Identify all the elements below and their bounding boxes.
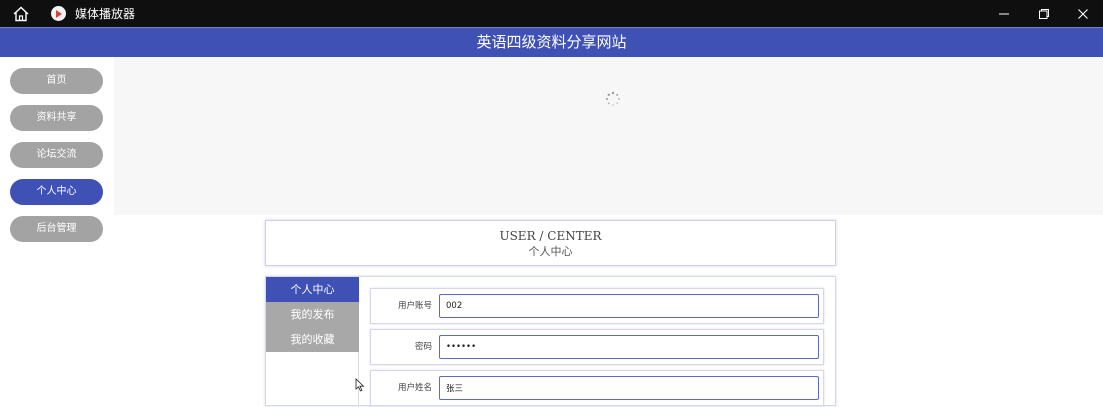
account-input[interactable] (439, 294, 819, 318)
window-titlebar: 媒体播放器 (0, 0, 1103, 27)
close-button[interactable] (1063, 0, 1103, 27)
password-input[interactable] (439, 335, 819, 359)
sidebar-item-resources[interactable]: 资料共享 (10, 105, 103, 131)
name-input[interactable] (439, 376, 819, 400)
tab-my-favorites[interactable]: 我的收藏 (266, 327, 359, 352)
sidebar-item-forum[interactable]: 论坛交流 (10, 142, 103, 168)
window-title: 媒体播放器 (75, 7, 136, 21)
loading-spinner-icon (605, 91, 620, 106)
heading-chinese: 个人中心 (528, 245, 573, 258)
heading-english: USER / CENTER (499, 229, 602, 243)
minimize-button[interactable] (984, 0, 1024, 27)
close-icon (1078, 8, 1088, 19)
sidebar-item-user-center[interactable]: 个人中心 (10, 179, 103, 205)
sidebar-item-home[interactable]: 首页 (10, 68, 103, 94)
sidebar: 首页 资料共享 论坛交流 个人中心 后台管理 (0, 57, 114, 400)
site-title: 英语四级资料分享网站 (476, 33, 627, 51)
tab-my-posts[interactable]: 我的发布 (266, 302, 359, 327)
sidebar-item-admin[interactable]: 后台管理 (10, 216, 103, 242)
restore-icon (1039, 8, 1049, 19)
user-tabs: 个人中心 我的发布 我的收藏 (266, 277, 359, 407)
site-header: 英语四级资料分享网站 (0, 27, 1103, 57)
mouse-cursor-icon (355, 378, 365, 392)
media-player-logo-icon (51, 6, 66, 21)
tab-profile[interactable]: 个人中心 (266, 277, 359, 302)
account-row: 用户账号 (370, 288, 824, 324)
password-label: 密码 (414, 342, 432, 352)
banner-area (114, 57, 1103, 215)
name-row: 用户姓名 (370, 370, 824, 406)
home-icon[interactable] (12, 5, 30, 23)
account-label: 用户账号 (397, 301, 432, 311)
user-center-heading: USER / CENTER 个人中心 (265, 220, 836, 266)
restore-button[interactable] (1024, 0, 1064, 27)
password-row: 密码 (370, 329, 824, 365)
minimize-icon (999, 13, 1009, 14)
user-center-panel: 个人中心 我的发布 我的收藏 用户账号 密码 用户姓名 (265, 276, 836, 407)
